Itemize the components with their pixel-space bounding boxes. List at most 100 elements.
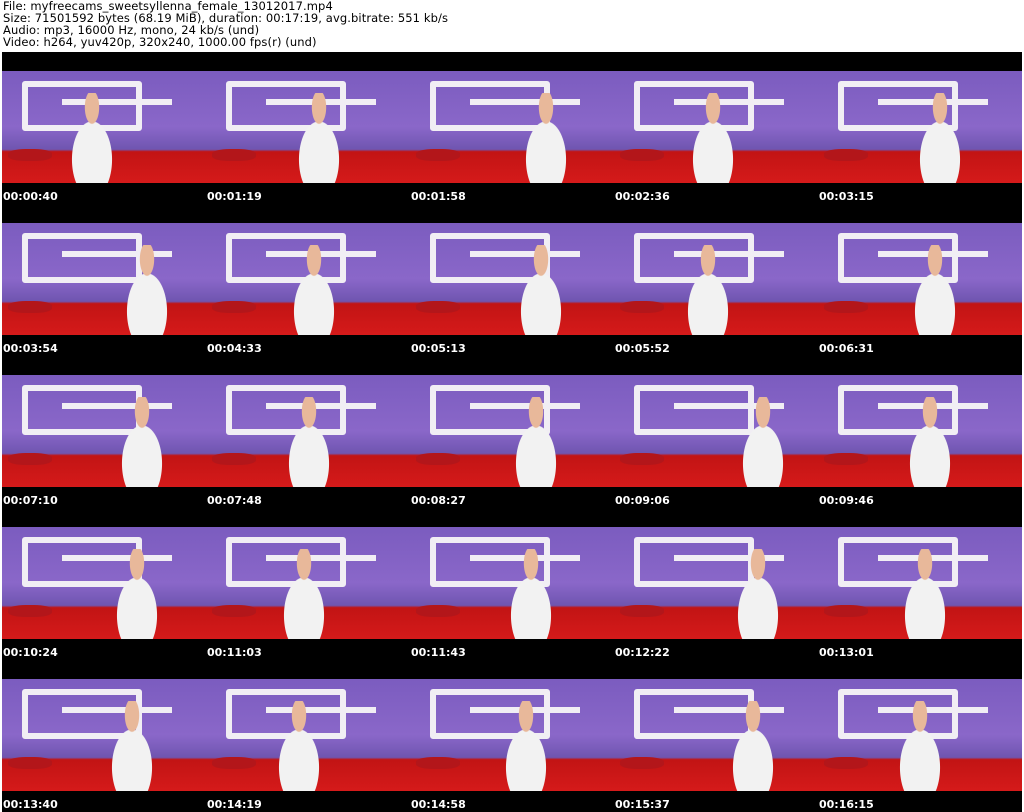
- thumbnail-cell: 00:14:58: [410, 660, 614, 812]
- video-frame-image: [206, 71, 410, 183]
- timestamp-label: 00:15:37: [615, 798, 670, 811]
- pillow-decor: [620, 301, 664, 313]
- thumbnail-cell: 00:08:27: [410, 356, 614, 508]
- pillow-decor: [416, 605, 460, 617]
- pillow-decor: [212, 757, 256, 769]
- thumbnail-cell: 00:00:40: [2, 52, 206, 204]
- person-figure: [496, 549, 566, 639]
- video-frame-image: [818, 527, 1022, 639]
- pillow-decor: [416, 757, 460, 769]
- person-figure: [269, 549, 339, 639]
- pillow-decor: [824, 301, 868, 313]
- person-figure: [728, 397, 798, 487]
- video-frame-image: [614, 375, 818, 487]
- person-figure: [57, 93, 127, 183]
- thumbnail-cell: 00:06:31: [818, 204, 1022, 356]
- pillow-decor: [8, 453, 52, 465]
- timestamp-label: 00:03:54: [3, 342, 58, 355]
- video-frame-image: [2, 679, 206, 791]
- video-info-line: Video: h264, yuv420p, 320x240, 1000.00 f…: [3, 35, 317, 49]
- timestamp-label: 00:06:31: [819, 342, 874, 355]
- thumbnail-cell: 00:02:36: [614, 52, 818, 204]
- person-figure: [673, 245, 743, 335]
- pillow-decor: [824, 149, 868, 161]
- video-frame-image: [206, 527, 410, 639]
- thumbnail-cell: 00:09:46: [818, 356, 1022, 508]
- person-figure: [112, 245, 182, 335]
- video-frame-image: [410, 223, 614, 335]
- thumbnail-cell: 00:10:24: [2, 508, 206, 660]
- person-figure: [885, 701, 955, 791]
- pillow-decor: [416, 301, 460, 313]
- timestamp-label: 00:13:40: [3, 798, 58, 811]
- thumbnail-cell: 00:05:13: [410, 204, 614, 356]
- thumbnail-cell: 00:07:48: [206, 356, 410, 508]
- pillow-decor: [620, 453, 664, 465]
- thumbnail-cell: 00:15:37: [614, 660, 818, 812]
- video-frame-image: [2, 375, 206, 487]
- pillow-decor: [212, 605, 256, 617]
- video-frame-image: [614, 223, 818, 335]
- person-figure: [905, 93, 975, 183]
- thumbnail-cell: 00:03:15: [818, 52, 1022, 204]
- video-frame-image: [614, 71, 818, 183]
- pillow-decor: [620, 149, 664, 161]
- pillow-decor: [8, 149, 52, 161]
- person-figure: [102, 549, 172, 639]
- pillow-decor: [824, 453, 868, 465]
- thumbnail-cell: 00:12:22: [614, 508, 818, 660]
- pillow-decor: [824, 605, 868, 617]
- timestamp-label: 00:00:40: [3, 190, 58, 203]
- timestamp-label: 00:02:36: [615, 190, 670, 203]
- person-figure: [279, 245, 349, 335]
- person-figure: [506, 245, 576, 335]
- person-figure: [900, 245, 970, 335]
- pillow-decor: [416, 453, 460, 465]
- video-frame-image: [410, 527, 614, 639]
- timestamp-label: 00:09:06: [615, 494, 670, 507]
- timestamp-label: 00:07:10: [3, 494, 58, 507]
- person-figure: [107, 397, 177, 487]
- video-frame-image: [818, 375, 1022, 487]
- thumbnail-cell: 00:03:54: [2, 204, 206, 356]
- person-figure: [274, 397, 344, 487]
- timestamp-label: 00:01:19: [207, 190, 262, 203]
- timestamp-label: 00:11:03: [207, 646, 262, 659]
- thumbnail-cell: 00:14:19: [206, 660, 410, 812]
- pillow-decor: [212, 301, 256, 313]
- thumbnail-cell: 00:16:15: [818, 660, 1022, 812]
- pillow-decor: [212, 453, 256, 465]
- person-figure: [97, 701, 167, 791]
- thumbnail-grid: 00:00:40 00:01:19 00:01:58 00:02:36 00:03:15…: [2, 52, 1022, 812]
- person-figure: [718, 701, 788, 791]
- video-frame-image: [818, 679, 1022, 791]
- video-frame-image: [410, 71, 614, 183]
- timestamp-label: 00:16:15: [819, 798, 874, 811]
- thumbnail-cell: 00:11:03: [206, 508, 410, 660]
- person-figure: [678, 93, 748, 183]
- person-figure: [511, 93, 581, 183]
- video-frame-image: [818, 71, 1022, 183]
- thumbnail-cell: 00:11:43: [410, 508, 614, 660]
- video-frame-image: [206, 375, 410, 487]
- thumbnail-cell: 00:13:40: [2, 660, 206, 812]
- thumbnail-cell: 00:13:01: [818, 508, 1022, 660]
- timestamp-label: 00:10:24: [3, 646, 58, 659]
- video-frame-image: [206, 679, 410, 791]
- thumbnail-cell: 00:09:06: [614, 356, 818, 508]
- video-frame-image: [410, 375, 614, 487]
- pillow-decor: [620, 757, 664, 769]
- file-info-header: File: myfreecams_sweetsyllenna_female_13…: [3, 0, 1021, 48]
- pillow-decor: [8, 757, 52, 769]
- timestamp-label: 00:03:15: [819, 190, 874, 203]
- timestamp-label: 00:14:19: [207, 798, 262, 811]
- person-figure: [284, 93, 354, 183]
- timestamp-label: 00:13:01: [819, 646, 874, 659]
- pillow-decor: [620, 605, 664, 617]
- person-figure: [890, 549, 960, 639]
- video-frame-image: [614, 679, 818, 791]
- video-frame-image: [2, 527, 206, 639]
- timestamp-label: 00:08:27: [411, 494, 466, 507]
- thumbnail-cell: 00:07:10: [2, 356, 206, 508]
- thumbnail-cell: 00:01:58: [410, 52, 614, 204]
